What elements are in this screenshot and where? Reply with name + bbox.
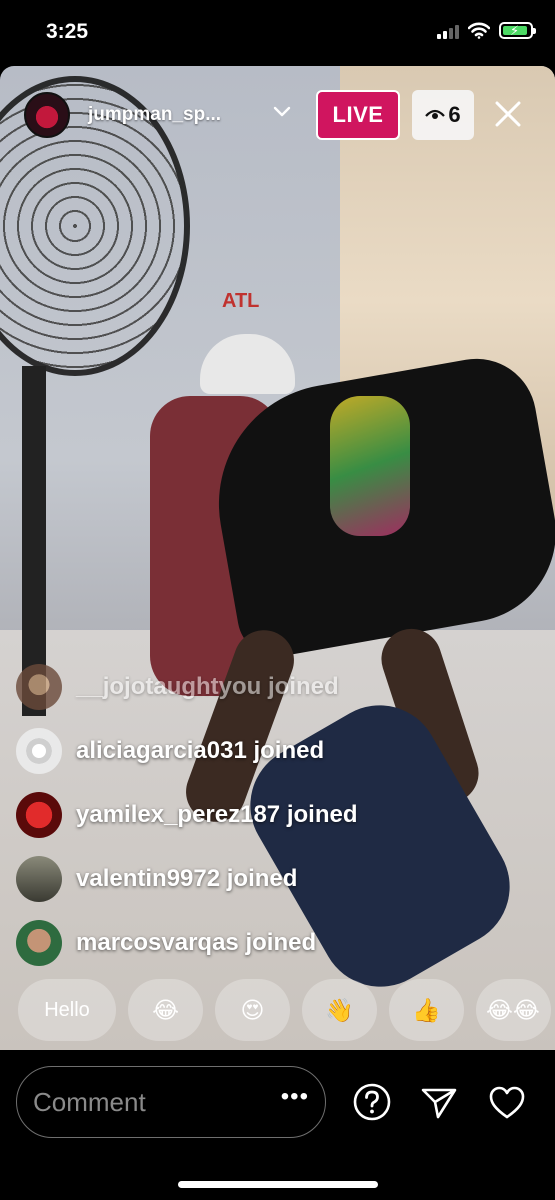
send-icon[interactable] [420,1084,458,1122]
list-item: valentin9972 joined [16,847,536,911]
viewer-count-badge[interactable]: 6 [412,90,474,140]
viewer-count: 6 [448,102,461,127]
battery-icon: ⚡ [499,22,536,39]
join-action: joined [246,737,325,764]
status-time: 3:25 [46,20,89,43]
join-feed: __jojotaughtyou joined aliciagarcia031 j… [16,655,536,975]
bottom-bar: Comment ••• [0,1050,555,1200]
question-icon[interactable] [352,1082,392,1122]
reaction-thumbs-up[interactable]: 👍 [389,979,464,1041]
avatar[interactable] [16,920,62,966]
join-username[interactable]: marcosvarqas [76,929,239,956]
video-shirt-pattern [330,396,410,536]
join-action: joined [220,865,298,892]
host-username[interactable]: jumpman_sp... [88,104,221,126]
status-bar: 3:25 ⚡ [0,0,555,64]
list-item: aliciagarcia031 joined [16,719,536,783]
chevron-down-icon[interactable] [272,102,292,122]
comment-input[interactable]: Comment ••• [16,1066,326,1138]
eye-icon [425,109,446,119]
avatar[interactable] [16,728,62,774]
wifi-icon [468,22,490,39]
reaction-wave[interactable]: 👋 [302,979,377,1041]
join-username[interactable]: __jojotaughtyou [76,673,261,700]
video-cap-text: ATL [222,290,260,312]
quick-reactions: Hello 😂 😍 👋 👍 😂😂 [18,979,551,1041]
heart-icon[interactable] [488,1084,526,1122]
live-badge: LIVE [316,90,400,140]
more-options-button[interactable]: ••• [281,1083,309,1111]
quick-reply-hello[interactable]: Hello [18,979,116,1041]
host-avatar[interactable] [24,92,70,138]
join-action: joined [280,801,358,828]
status-icons: ⚡ [437,22,536,39]
join-action: joined [261,673,339,700]
list-item: yamilex_perez187 joined [16,783,536,847]
avatar[interactable] [16,856,62,902]
join-action: joined [238,929,317,956]
signal-icon [437,23,459,39]
home-indicator [178,1181,378,1188]
join-username[interactable]: valentin9972 [76,865,220,892]
close-icon[interactable] [492,98,524,130]
reaction-heart-eyes[interactable]: 😍 [215,979,290,1041]
join-username[interactable]: aliciagarcia031 [76,737,247,764]
list-item: __jojotaughtyou joined [16,655,536,719]
join-username[interactable]: yamilex_perez187 [76,801,280,828]
reaction-laughing-double[interactable]: 😂😂 [476,979,551,1041]
live-header: jumpman_sp... LIVE 6 [0,88,555,144]
list-item: marcosvarqas joined [16,911,536,975]
reaction-laughing[interactable]: 😂 [128,979,203,1041]
avatar[interactable] [16,664,62,710]
avatar[interactable] [16,792,62,838]
video-cap [200,334,295,394]
comment-placeholder: Comment [33,1087,146,1117]
